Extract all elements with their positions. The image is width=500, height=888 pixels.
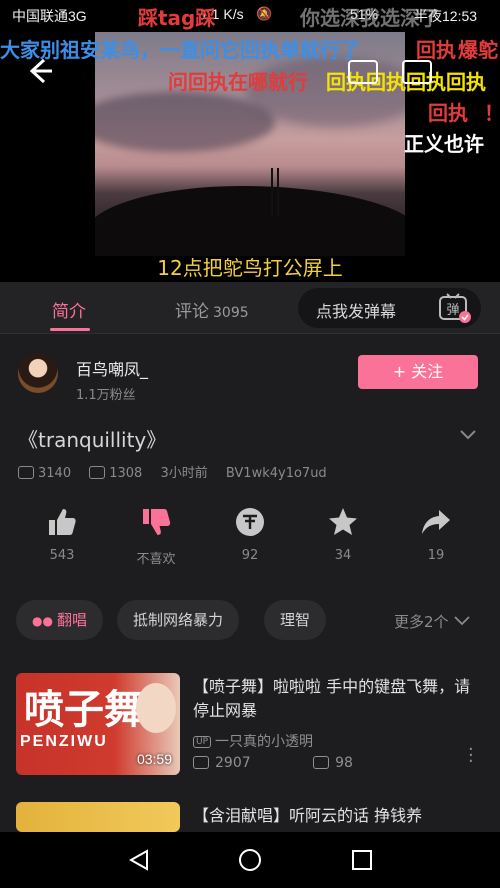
send-danmaku-button[interactable]: 点我发弹幕 弹 — [298, 288, 481, 328]
chevron-down-icon — [454, 616, 470, 626]
up-badge-icon: UP — [193, 736, 212, 748]
card-danmaku-count: 98 — [335, 755, 353, 771]
danmaku-count-icon — [89, 466, 106, 479]
dislike-label: 不喜欢 — [136, 552, 176, 567]
carrier-label: 中国联通3G — [12, 8, 87, 24]
publish-time: 3小时前 — [160, 466, 208, 481]
thumbnail-title: 喷子舞 — [24, 686, 144, 733]
tab-intro[interactable]: 简介 — [52, 297, 86, 322]
nav-home-icon[interactable] — [238, 848, 262, 872]
card-play-count: 2907 — [215, 755, 251, 771]
video-player[interactable]: 中国联通3G 1.1 K/s 🔕 51% 半夜12:53 踩tag踩 你选深我选… — [0, 0, 500, 282]
coin-count: 92 — [241, 548, 259, 563]
tab-comments-count: 3095 — [213, 305, 249, 321]
share-button[interactable]: 19 — [406, 506, 466, 563]
danmaku-item: 回执 — [428, 101, 468, 125]
play-count-icon — [193, 756, 209, 769]
tag-chip[interactable]: ●● 翻唱 — [16, 600, 103, 640]
like-count: 543 — [49, 548, 75, 563]
danmaku-item: 你选深我选深了 — [300, 6, 440, 30]
music-notes-icon: ●● — [32, 614, 53, 628]
video-card-uploader: UP 一只真的小透明 — [193, 731, 313, 751]
danmaku-toggle-glyph: 弹 — [446, 303, 459, 318]
nav-recents-icon[interactable] — [350, 848, 374, 872]
more-tags-label: 更多2个 — [394, 613, 449, 631]
thumbnail-character — [136, 683, 176, 733]
hill-silhouette — [95, 186, 405, 256]
send-danmaku-label: 点我发弹幕 — [316, 302, 397, 321]
favorite-button[interactable]: 34 — [313, 506, 373, 563]
danmaku-count-icon — [313, 756, 330, 769]
danmaku-item: 问回执在哪就行 — [168, 70, 308, 94]
author-name[interactable]: 百鸟嘲凤_ — [76, 356, 148, 380]
video-thumbnail — [16, 802, 180, 832]
coin-icon — [220, 506, 280, 544]
star-icon — [313, 506, 373, 544]
like-button[interactable]: 543 — [32, 506, 92, 563]
play-count: 3140 — [38, 466, 72, 481]
cast-screen-icon[interactable] — [348, 60, 378, 84]
share-count: 19 — [427, 548, 445, 563]
favorite-count: 34 — [334, 548, 352, 563]
video-card-stats: 2907 98 — [193, 755, 353, 771]
author-fans: 1.1万粉丝 — [76, 388, 136, 403]
play-count-icon — [18, 466, 34, 479]
back-arrow-icon[interactable] — [24, 56, 54, 86]
video-meta: 3140 1308 3小时前 BV1wk4y1o7ud — [18, 462, 341, 481]
recommended-video-card[interactable]: 喷子舞 PENZIWU 03:59 【喷子舞】啦啦啦 手中的键盘飞舞，请停止网暴… — [0, 673, 500, 783]
chevron-down-icon[interactable] — [458, 424, 478, 444]
thumbnail-subtitle: PENZIWU — [20, 733, 108, 750]
tab-comments-label: 评论 — [175, 302, 209, 322]
follow-button[interactable]: + 关注 — [358, 355, 478, 389]
recommended-video-card[interactable]: 【含泪献唱】听阿云的话 挣钱养 — [0, 802, 500, 832]
tag-chip[interactable]: 抵制网络暴力 — [117, 600, 240, 640]
mute-icon: 🔕 — [256, 6, 273, 21]
dislike-button[interactable]: 不喜欢 — [126, 506, 186, 567]
danmaku-toggle-icon[interactable]: 弹 — [437, 292, 473, 324]
thumbs-up-icon — [32, 506, 92, 544]
danmaku-item: 正义也许 — [404, 132, 484, 156]
video-card-title: 【喷子舞】啦啦啦 手中的键盘飞舞，请停止网暴 — [193, 677, 471, 720]
thumbs-down-icon — [126, 506, 186, 544]
uploader-name: 一只真的小透明 — [215, 734, 314, 750]
active-tab-indicator — [50, 328, 90, 331]
nav-back-icon[interactable] — [127, 848, 151, 872]
video-title: 《tranquillity》 — [18, 428, 167, 452]
video-thumbnail: 喷子舞 PENZIWU 03:59 — [16, 673, 180, 775]
danmaku-item: 爆鸵 — [458, 38, 498, 62]
share-icon — [406, 506, 466, 544]
coin-button[interactable]: 92 — [220, 506, 280, 563]
system-nav-bar — [0, 832, 500, 888]
more-tags-button[interactable]: 更多2个 — [394, 611, 471, 632]
avatar[interactable] — [18, 353, 58, 393]
tag-chip[interactable]: 理智 — [264, 600, 327, 640]
video-duration: 03:59 — [136, 751, 172, 767]
more-options-icon[interactable]: · · · — [468, 741, 474, 771]
miniplayer-icon[interactable] — [402, 60, 432, 84]
bvid: BV1wk4y1o7ud — [225, 466, 327, 481]
video-card-title: 【含泪献唱】听阿云的话 挣钱养 — [193, 806, 423, 825]
danmaku-item: 大家别祖安某鸟，一直问它回执单就行了 — [0, 38, 360, 62]
danmaku-item: 回执 — [416, 38, 456, 62]
detail-tab-bar: 简介 评论 3095 点我发弹幕 弹 — [0, 282, 500, 334]
tab-comments[interactable]: 评论 3095 — [175, 297, 249, 322]
danmaku-item: ！ — [484, 97, 500, 126]
danmaku-item: 踩tag踩 — [138, 6, 216, 30]
tower-silhouette — [271, 168, 279, 216]
video-subtitle: 12点把鸵鸟打公屏上 — [157, 256, 343, 280]
danmaku-count: 1308 — [109, 466, 143, 481]
tag-label: 翻唱 — [56, 611, 87, 629]
